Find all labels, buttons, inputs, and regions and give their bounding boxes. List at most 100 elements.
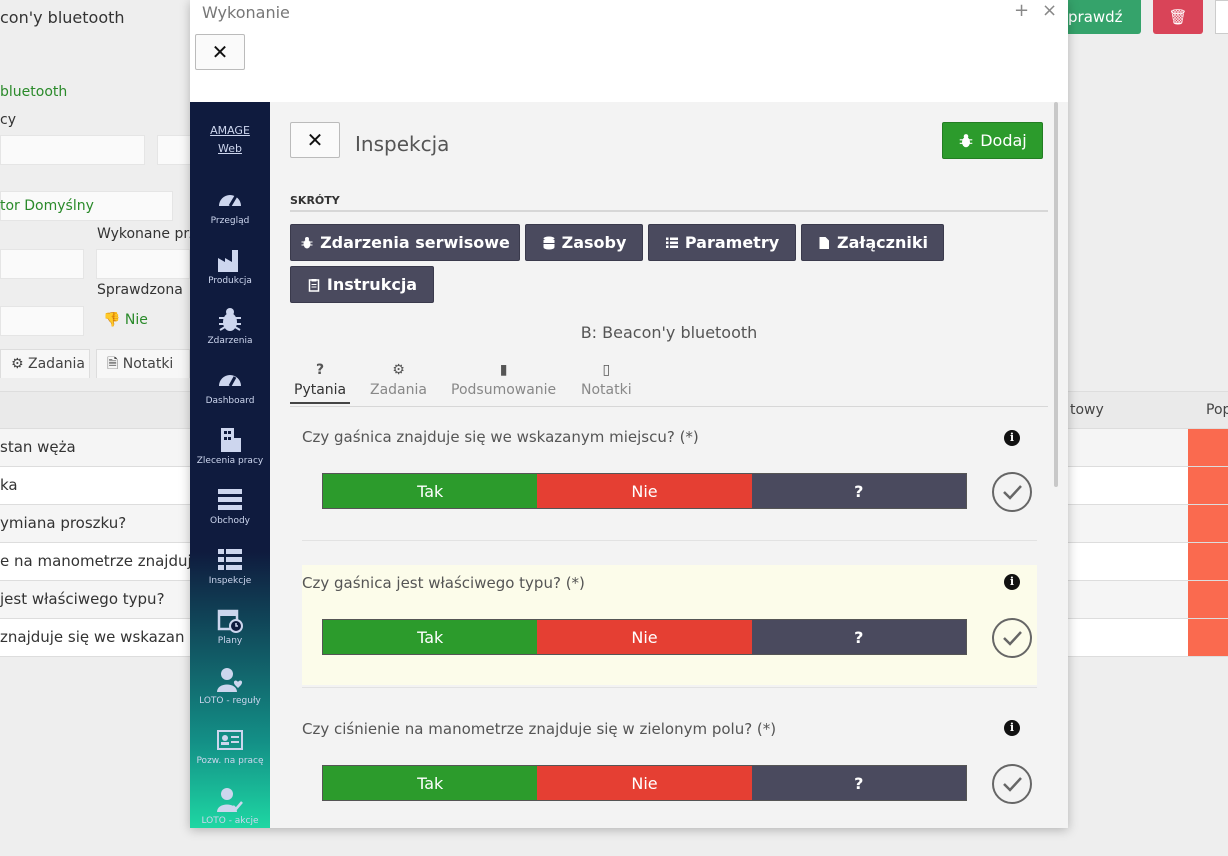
- answer-unknown-button[interactable]: ?: [751, 766, 966, 800]
- answer-unknown-button[interactable]: ?: [751, 620, 966, 654]
- shortcut-attachments-button[interactable]: Załączniki: [801, 224, 944, 261]
- info-icon[interactable]: i: [1004, 430, 1020, 446]
- bg-tab-tasks[interactable]: ⚙ Zadania: [0, 349, 90, 378]
- performed-by-field[interactable]: [96, 249, 190, 279]
- question-item: Czy gaśnica znajduje się we wskazanym mi…: [302, 428, 1037, 548]
- check-button[interactable]: prawdź: [1060, 0, 1141, 34]
- divider: [302, 540, 1037, 541]
- column-header: Pop: [1206, 402, 1228, 418]
- question-item-highlighted: Czy gaśnica jest właściwego typu? (*) i …: [302, 565, 1037, 685]
- bug-icon: [219, 308, 241, 331]
- page-title: Inspekcja: [355, 132, 450, 156]
- more-button[interactable]: [1215, 0, 1228, 34]
- column-header: towy: [1070, 402, 1104, 418]
- question-icon: ?: [316, 362, 325, 378]
- link-button[interactable]: [157, 135, 192, 165]
- inspection-content: ✕ Inspekcja Dodaj SKRÓTY Zdarzenia serwi…: [270, 102, 1068, 828]
- thumbs-down-icon: 👎: [103, 312, 121, 328]
- question-text: Czy ciśnienie na manometrze znajduje się…: [302, 720, 777, 738]
- answer-yes-button[interactable]: Tak: [323, 474, 538, 508]
- inspection-close-button[interactable]: ✕: [290, 122, 340, 158]
- check-circle-icon[interactable]: [992, 618, 1032, 658]
- tab-questions[interactable]: ? Pytania: [289, 362, 351, 404]
- bg-tab-notes[interactable]: 🗎 Notatki: [96, 349, 190, 378]
- gauge-icon: [219, 195, 241, 207]
- answer-bar: Tak Nie ?: [322, 473, 967, 509]
- id-card-icon: [217, 730, 243, 750]
- question-text: Czy gaśnica znajduje się we wskazanym mi…: [302, 428, 699, 446]
- field-input[interactable]: [0, 135, 145, 165]
- file-icon: [819, 236, 830, 249]
- sidebar-item-inspekcje[interactable]: Inspekcje: [190, 546, 270, 606]
- sidebar-item-plany[interactable]: Plany: [190, 606, 270, 666]
- sidebar-item-pozw-na-prace[interactable]: Pozw. na pracę: [190, 726, 270, 786]
- sidebar-item-loto-akcje[interactable]: LOTO - akcje: [190, 786, 270, 828]
- factory-icon: [218, 250, 238, 272]
- field-input[interactable]: [0, 249, 84, 279]
- tabs-divider: [290, 406, 1048, 407]
- sidebar-item-loto-reguly[interactable]: LOTO - reguły: [190, 666, 270, 726]
- user-heart-icon: [217, 668, 243, 692]
- book-icon: ▮: [499, 362, 508, 378]
- calendar-icon: [217, 609, 243, 633]
- check-circle-icon[interactable]: [992, 764, 1032, 804]
- execution-modal: Wykonanie + × ✕ AMAGE Web Przegląd Produk…: [190, 0, 1068, 828]
- bug-icon: [959, 133, 973, 147]
- answer-bar: Tak Nie ?: [322, 765, 967, 801]
- close-icon[interactable]: ×: [1042, 0, 1057, 21]
- shortcut-parameters-button[interactable]: Parametry: [648, 224, 796, 261]
- sidebar-item-przeglad[interactable]: Przegląd: [190, 186, 270, 246]
- clipboard-icon: [308, 278, 320, 292]
- sidebar-item-obchody[interactable]: Obchody: [190, 486, 270, 546]
- answer-bar: Tak Nie ?: [322, 619, 967, 655]
- answer-unknown-button[interactable]: ?: [751, 474, 966, 508]
- user-check-icon: [217, 788, 243, 812]
- answer-no-button[interactable]: Nie: [537, 620, 752, 654]
- shortcut-service-events-button[interactable]: Zdarzenia serwisowe: [290, 224, 520, 261]
- modal-close-button[interactable]: ✕: [195, 34, 245, 70]
- tab-tasks[interactable]: ⚙ Zadania: [370, 362, 427, 398]
- shortcut-resources-button[interactable]: Zasoby: [525, 224, 643, 261]
- database-icon: [543, 236, 555, 249]
- sidebar-item-produkcja[interactable]: Produkcja: [190, 246, 270, 306]
- answer-yes-button[interactable]: Tak: [323, 766, 538, 800]
- tab-notes[interactable]: ▯ Notatki: [581, 362, 632, 398]
- asset-name: B: Beacon'y bluetooth: [580, 323, 758, 342]
- answer-no-button[interactable]: Nie: [537, 766, 752, 800]
- answer-no-button[interactable]: Nie: [537, 474, 752, 508]
- brand-link[interactable]: AMAGE Web: [190, 122, 270, 158]
- field-input[interactable]: [0, 306, 84, 336]
- scrollbar[interactable]: [1054, 102, 1058, 487]
- asset-link[interactable]: bluetooth: [0, 84, 67, 100]
- shortcut-instructions-button[interactable]: Instrukcja: [290, 266, 434, 303]
- bug-icon: [301, 236, 313, 248]
- question-item: Czy ciśnienie na manometrze znajduje się…: [302, 720, 1037, 828]
- add-button[interactable]: Dodaj: [942, 122, 1043, 159]
- performed-by-label: Wykonane prz: [97, 226, 197, 242]
- list-icon: [665, 237, 678, 248]
- sidebar-item-dashboard[interactable]: Dashboard: [190, 366, 270, 426]
- modal-header: Wykonanie + × ✕: [190, 0, 1068, 102]
- verified-label: Sprawdzona: [97, 282, 183, 298]
- divider: [290, 210, 1048, 212]
- contractor-value: tor Domyślny: [0, 198, 94, 214]
- info-icon[interactable]: i: [1004, 720, 1020, 736]
- building-icon: [221, 428, 241, 452]
- delete-button[interactable]: 🗑: [1153, 0, 1203, 34]
- sidebar-item-zdarzenia[interactable]: Zdarzenia: [190, 306, 270, 366]
- question-text: Czy gaśnica jest właściwego typu? (*): [302, 574, 585, 592]
- dashboard-icon: [219, 375, 241, 387]
- check-circle-icon[interactable]: [992, 472, 1032, 512]
- shortcuts-label: SKRÓTY: [290, 194, 340, 207]
- answer-yes-button[interactable]: Tak: [323, 620, 538, 654]
- divider: [302, 687, 1037, 688]
- field-label: cy: [0, 112, 16, 128]
- note-icon: ▯: [602, 362, 611, 378]
- maximize-icon[interactable]: +: [1014, 0, 1029, 21]
- gears-icon: ⚙: [392, 362, 405, 378]
- sidebar-item-zlecenia-pracy[interactable]: Zlecenia pracy: [190, 426, 270, 486]
- modal-title: Wykonanie: [202, 3, 290, 22]
- sidebar: AMAGE Web Przegląd Produkcja Zdarzenia Da…: [190, 102, 270, 828]
- tab-summary[interactable]: ▮ Podsumowanie: [451, 362, 556, 398]
- info-icon[interactable]: i: [1004, 574, 1020, 590]
